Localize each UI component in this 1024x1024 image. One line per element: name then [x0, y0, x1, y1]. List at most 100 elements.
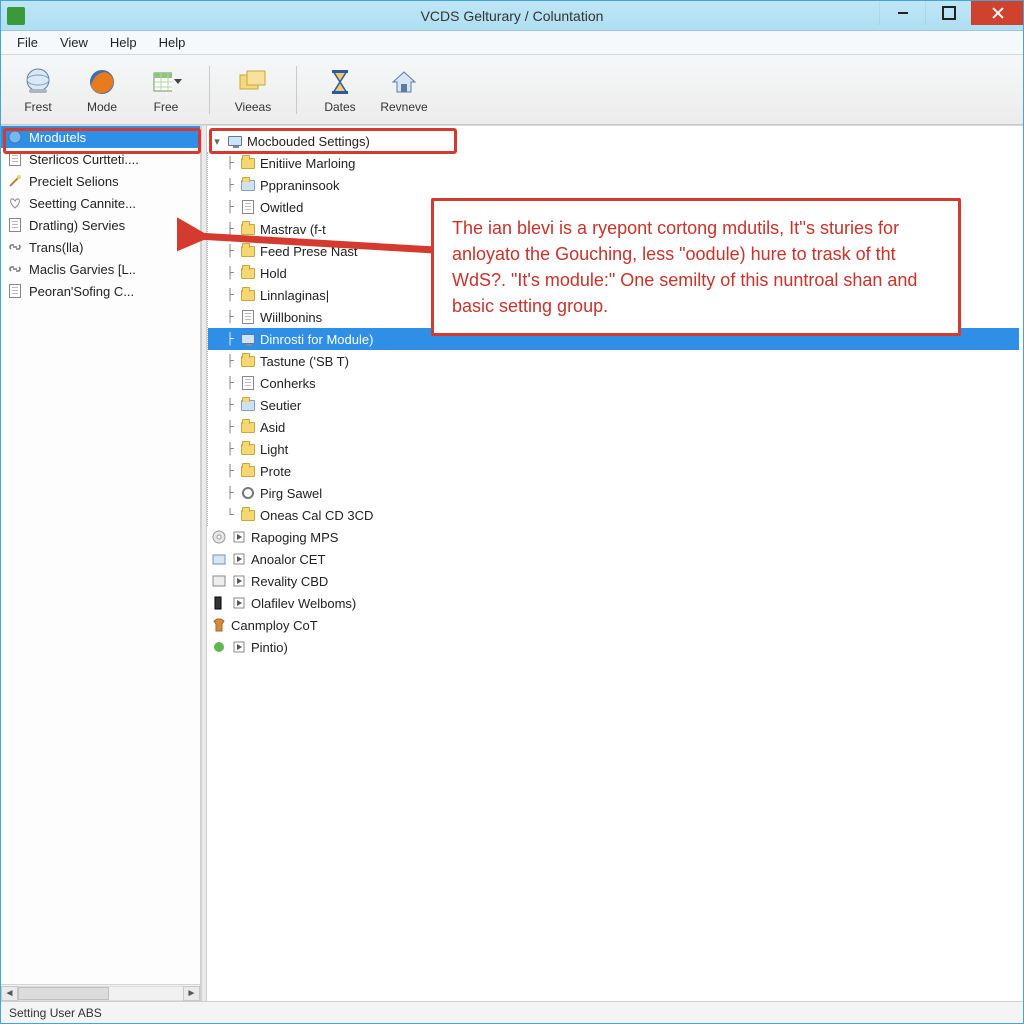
callout-text: The ian blevi is a ryepont cortong mduti…	[452, 218, 917, 316]
menubar: File View Help Help	[1, 31, 1023, 55]
gear-icon	[240, 485, 256, 501]
folder-icon	[240, 221, 256, 237]
tree-item[interactable]: ├Pppraninsook	[208, 174, 1019, 196]
box-icon	[211, 573, 227, 589]
tool-dates[interactable]: Dates	[311, 63, 369, 117]
sidebar-item-peoran[interactable]: Peoran'Sofing C...	[1, 280, 200, 302]
tree-item[interactable]: Revality CBD	[207, 570, 1019, 592]
sidebar-item-maclis[interactable]: Maclis Garvies [L..	[1, 258, 200, 280]
tree-branch: ├	[224, 157, 236, 169]
tree-label: Conherks	[260, 376, 316, 391]
maximize-button[interactable]	[925, 1, 971, 25]
sidebar-horizontal-scrollbar[interactable]: ◄ ►	[1, 984, 200, 1001]
tree-label: Pppraninsook	[260, 178, 340, 193]
tree-branch: ├	[224, 465, 236, 477]
page-icon	[240, 375, 256, 391]
tool-revneve-label: Revneve	[380, 100, 427, 114]
tree-item[interactable]: ├ Enitiive Marloing	[208, 152, 1019, 174]
green-icon	[211, 639, 227, 655]
tree-item[interactable]: ├Asid	[208, 416, 1019, 438]
play-icon	[231, 551, 247, 567]
expander-icon[interactable]: ▾	[211, 135, 223, 147]
toolbar-group-2: Vieeas	[224, 63, 282, 117]
tree-branch: ├	[224, 289, 236, 301]
tool-vieeas[interactable]: Vieeas	[224, 63, 282, 117]
tree-branch: ├	[224, 399, 236, 411]
tree-label: Prote	[260, 464, 291, 479]
tree-item[interactable]: ├ Prote	[208, 460, 1019, 482]
play-icon	[231, 529, 247, 545]
sidebar-item-label: Sterlicos Curtteti....	[29, 152, 139, 167]
scroll-right-button[interactable]: ►	[183, 986, 200, 1001]
sidebar: Mrodutels Sterlicos Curtteti.... Preciel…	[1, 126, 201, 1001]
minimize-button[interactable]	[879, 1, 925, 25]
tree-label: Canmploy CoT	[231, 618, 318, 633]
menu-help-2[interactable]: Help	[149, 33, 196, 52]
menu-help[interactable]: Help	[100, 33, 147, 52]
folders-icon	[237, 66, 269, 98]
tree-root[interactable]: ▾ Mocbouded Settings)	[207, 130, 1019, 152]
close-button[interactable]	[971, 1, 1023, 25]
tree-item[interactable]: Canmploy CoT	[207, 614, 1019, 636]
monitor-icon	[227, 133, 243, 149]
titlebar: VCDS Gelturary / Coluntation	[1, 1, 1023, 31]
scroll-track[interactable]	[18, 986, 183, 1001]
sidebar-item-dratling[interactable]: Dratling) Servies	[1, 214, 200, 236]
play-icon	[231, 595, 247, 611]
tool-revneve[interactable]: Revneve	[375, 63, 433, 117]
tree-label: Pirg Sawel	[260, 486, 322, 501]
globe-icon	[7, 129, 23, 145]
scroll-left-button[interactable]: ◄	[1, 986, 18, 1001]
heart-icon	[7, 195, 23, 211]
sidebar-item-label: Maclis Garvies [L..	[29, 262, 136, 277]
tree-item[interactable]: ├Tastune ('SB T)	[208, 350, 1019, 372]
tool-mode[interactable]: Mode	[73, 63, 131, 117]
tree-branch: ├	[224, 333, 236, 345]
tool-frest[interactable]: Frest	[9, 63, 67, 117]
toolbar-separator-2	[296, 66, 297, 114]
tree-branch: ├	[224, 421, 236, 433]
tree-item[interactable]: ├Conherks	[208, 372, 1019, 394]
tree-item[interactable]: ├Pirg Sawel	[208, 482, 1019, 504]
folder-icon	[240, 507, 256, 523]
tree-item[interactable]: Rapoging MPS	[207, 526, 1019, 548]
tree-label: Enitiive Marloing	[260, 156, 355, 171]
tree-item[interactable]: Anoalor CET	[207, 548, 1019, 570]
sidebar-item-label: Peoran'Sofing C...	[29, 284, 134, 299]
tree-item[interactable]: Pintio)	[207, 636, 1019, 658]
page-icon	[7, 217, 23, 233]
tree-item[interactable]: ├Light	[208, 438, 1019, 460]
tree-branch: ├	[224, 355, 236, 367]
tree-label: Rapoging MPS	[251, 530, 338, 545]
tree-label: Owitled	[260, 200, 303, 215]
tree-branch: ├	[224, 201, 236, 213]
tree-item[interactable]: ├Seutier	[208, 394, 1019, 416]
sidebar-item-label: Trans(lla)	[29, 240, 83, 255]
sidebar-item-precielt[interactable]: Precielt Selions	[1, 170, 200, 192]
sidebar-item-trans[interactable]: Trans(lla)	[1, 236, 200, 258]
menu-view[interactable]: View	[50, 33, 98, 52]
scroll-thumb[interactable]	[18, 987, 109, 1000]
sidebar-item-seetting[interactable]: Seetting Cannite...	[1, 192, 200, 214]
disc-icon	[211, 529, 227, 545]
annotation-callout: The ian blevi is a ryepont cortong mduti…	[431, 198, 961, 336]
sidebar-item-mrodutels[interactable]: Mrodutels	[1, 126, 200, 148]
menu-file[interactable]: File	[7, 33, 48, 52]
wand-icon	[7, 173, 23, 189]
tree-branch: └	[224, 509, 236, 521]
tool-free-label: Free	[154, 100, 179, 114]
tree-label: Pintio)	[251, 640, 288, 655]
shirt-icon	[211, 617, 227, 633]
toolbar-group-3: Dates Revneve	[311, 63, 433, 117]
tree-label: Oneas Cal CD 3CD	[260, 508, 373, 523]
tool-vieeas-label: Vieeas	[235, 100, 271, 114]
tree-branch: ├	[224, 245, 236, 257]
tree-label: Linnlaginas|	[260, 288, 329, 303]
box-icon	[211, 551, 227, 567]
tool-free[interactable]: Free	[137, 63, 195, 117]
sidebar-item-sterlicos[interactable]: Sterlicos Curtteti....	[1, 148, 200, 170]
tree-item[interactable]: Olafilev Welboms)	[207, 592, 1019, 614]
tree-item[interactable]: └ Oneas Cal CD 3CD	[208, 504, 1019, 526]
tree-label: Revality CBD	[251, 574, 328, 589]
tree-branch: ├	[224, 311, 236, 323]
